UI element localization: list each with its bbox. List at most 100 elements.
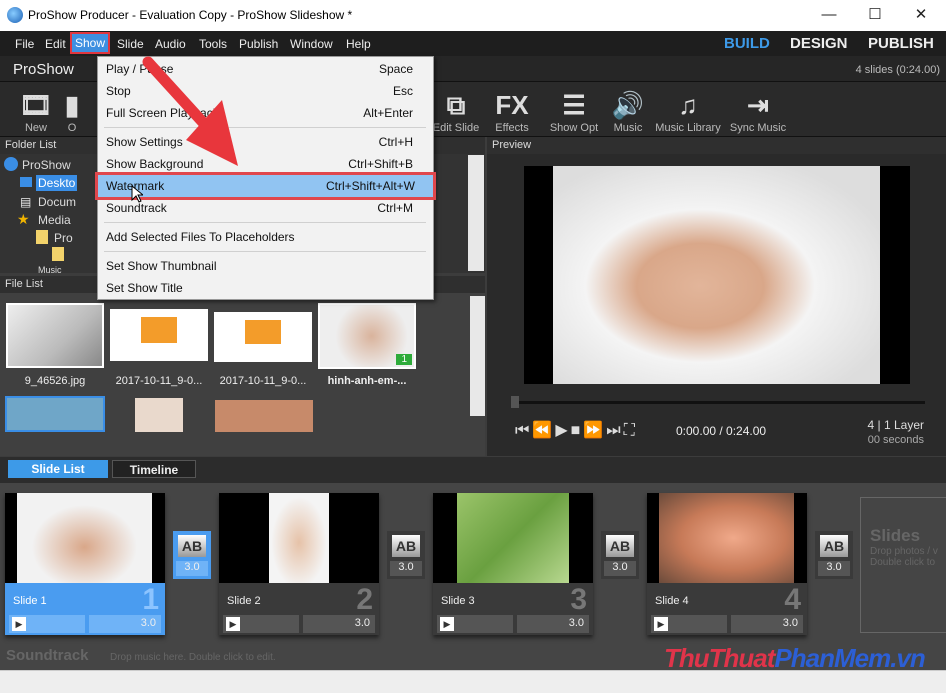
slide-thumbnail <box>433 493 593 583</box>
mode-publish[interactable]: PUBLISH <box>868 35 934 52</box>
file-list-panel: File List 9_46526.jpg 2017-10-11_9-0... … <box>0 276 485 456</box>
file-name: hinh-anh-em-... <box>327 375 407 387</box>
maximize-button[interactable]: ☐ <box>852 4 898 28</box>
sync-music-button[interactable]: ⇥ Sync Music <box>729 88 787 134</box>
transition-ab-icon: AB <box>606 535 634 557</box>
mode-build[interactable]: BUILD <box>724 35 770 52</box>
edit-slide-button[interactable]: ⧉ Edit Slide <box>432 88 480 134</box>
show-name: ProShow <box>13 61 74 78</box>
menu-edit[interactable]: Edit <box>45 37 66 51</box>
play-slide-button[interactable]: ▶ <box>9 615 85 633</box>
menu-item-set-title[interactable]: Set Show Title <box>100 277 431 299</box>
menu-show[interactable]: Show <box>69 32 111 54</box>
menu-item-add-to-placeholders[interactable]: Add Selected Files To Placeholders <box>100 226 431 248</box>
file-name: 2017-10-11_9-0... <box>115 375 203 387</box>
file-thumbnail[interactable] <box>5 396 105 432</box>
tab-timeline[interactable]: Timeline <box>112 460 196 478</box>
folder-item[interactable]: Media <box>38 213 71 227</box>
soundtrack-bar[interactable]: Soundtrack Drop music here. Double click… <box>0 643 946 673</box>
timeline-scrubber[interactable] <box>515 401 925 404</box>
minimize-button[interactable]: — <box>806 4 852 28</box>
slides-drop-zone[interactable]: Slides Drop photos / v Double click to <box>860 497 946 633</box>
scrubber-handle[interactable] <box>511 396 519 408</box>
preview-panel: Preview ⏮⏪▶■⏩⏭⛶ 0:00.00 / 0:24.00 4 | 1 … <box>487 137 946 456</box>
open-button[interactable]: ▮ O <box>62 88 82 134</box>
slide-duration[interactable]: 3.0 <box>89 615 161 633</box>
menu-file[interactable]: File <box>15 37 34 51</box>
menu-window[interactable]: Window <box>290 37 333 51</box>
file-thumbnail[interactable] <box>135 398 183 432</box>
effects-button[interactable]: FX Effects <box>490 88 534 134</box>
slide-thumbnail <box>5 493 165 583</box>
folder-item[interactable]: Pro <box>54 231 73 245</box>
mode-design[interactable]: DESIGN <box>790 35 848 52</box>
menu-item-play-pause[interactable]: Play / Pause Space <box>100 58 431 80</box>
file-thumbnail[interactable] <box>215 400 313 432</box>
slide-duration[interactable]: 3.0 <box>303 615 375 633</box>
close-button[interactable]: ✕ <box>898 4 944 28</box>
menu-item-show-background[interactable]: Show Background Ctrl+Shift+B <box>100 153 431 175</box>
soundtrack-hint: Drop music here. Double click to edit. <box>110 652 276 663</box>
menu-publish[interactable]: Publish <box>239 37 278 51</box>
slide-item[interactable]: Slide 11 ▶ 3.0 <box>5 493 165 635</box>
menu-item-full-screen[interactable]: Full Screen Playback Alt+Enter <box>100 102 431 124</box>
preview-title: Preview <box>487 137 946 154</box>
file-name: 9_46526.jpg <box>24 375 86 387</box>
folder-item[interactable]: Docum <box>38 195 76 209</box>
file-thumbnail[interactable] <box>110 309 208 361</box>
play-slide-button[interactable]: ▶ <box>223 615 299 633</box>
music-library-button[interactable]: ♫ Music Library <box>655 88 721 134</box>
show-summary: 4 slides (0:24.00) <box>855 64 940 76</box>
proshow-icon <box>4 157 18 171</box>
folder-item[interactable]: Music <box>38 265 62 273</box>
used-badge: 1 <box>396 354 412 365</box>
menu-item-set-thumbnail[interactable]: Set Show Thumbnail <box>100 255 431 277</box>
show-options-button[interactable]: ☰ Show Opt <box>548 88 600 134</box>
transition-item[interactable]: AB 3.0 <box>387 531 425 579</box>
document-icon: ▤ <box>20 195 32 209</box>
slide-list: Slide 11 ▶ 3.0 AB 3.0 Slide 22 ▶ 3.0 AB 3.0 … <box>0 483 946 645</box>
menu-slide[interactable]: Slide <box>117 37 144 51</box>
soundtrack-title: Soundtrack <box>6 647 89 664</box>
menu-item-stop[interactable]: Stop Esc <box>100 80 431 102</box>
tab-slide-list[interactable]: Slide List <box>8 460 108 478</box>
play-slide-button[interactable]: ▶ <box>651 615 727 633</box>
menu-item-watermark[interactable]: Watermark Ctrl+Shift+Alt+W <box>95 172 436 200</box>
playback-controls[interactable]: ⏮⏪▶■⏩⏭⛶ <box>515 420 638 440</box>
file-thumbnail[interactable]: 1 <box>318 303 416 369</box>
music-button[interactable]: 🔊 Music <box>610 88 646 134</box>
horizontal-scrollbar[interactable] <box>0 670 946 693</box>
desktop-icon <box>20 177 32 187</box>
folder-icon <box>36 230 48 244</box>
play-slide-button[interactable]: ▶ <box>437 615 513 633</box>
menu-item-soundtrack[interactable]: Soundtrack Ctrl+M <box>100 197 431 219</box>
menu-audio[interactable]: Audio <box>155 37 186 51</box>
window-title: ProShow Producer - Evaluation Copy - Pro… <box>28 8 353 22</box>
slide-item[interactable]: Slide 44 ▶ 3.0 <box>647 493 807 635</box>
file-thumbnail[interactable] <box>6 303 104 368</box>
transition-ab-icon: AB <box>820 535 848 557</box>
menu-tools[interactable]: Tools <box>199 37 227 51</box>
slide-duration[interactable]: 3.0 <box>731 615 803 633</box>
slide-item[interactable]: Slide 22 ▶ 3.0 <box>219 493 379 635</box>
sync-music-icon: ⇥ <box>747 90 769 120</box>
folder-item[interactable]: ProShow <box>22 158 71 172</box>
fx-icon: FX <box>495 90 529 120</box>
transition-item[interactable]: AB 3.0 <box>601 531 639 579</box>
slide-duration-info: 00 seconds <box>867 434 924 446</box>
new-button[interactable]: 🎞 New <box>14 88 58 134</box>
menu-help[interactable]: Help <box>346 37 371 51</box>
folder-item-selected[interactable]: Deskto <box>36 175 78 191</box>
menu-item-show-settings[interactable]: Show Settings Ctrl+H <box>100 131 431 153</box>
menu-separator <box>104 222 426 223</box>
play-icon: ▶ <box>12 617 26 631</box>
transition-item[interactable]: AB 3.0 <box>173 531 211 579</box>
title-bar: ProShow Producer - Evaluation Copy - Pro… <box>0 0 946 31</box>
show-menu-dropdown: Play / Pause Space Stop Esc Full Screen Pl… <box>95 56 436 300</box>
slide-item[interactable]: Slide 33 ▶ 3.0 <box>433 493 593 635</box>
slide-duration[interactable]: 3.0 <box>517 615 589 633</box>
file-thumbnail[interactable] <box>214 312 312 362</box>
file-scrollbar[interactable] <box>470 296 485 416</box>
transition-item[interactable]: AB 3.0 <box>815 531 853 579</box>
folder-scrollbar[interactable] <box>468 155 484 271</box>
